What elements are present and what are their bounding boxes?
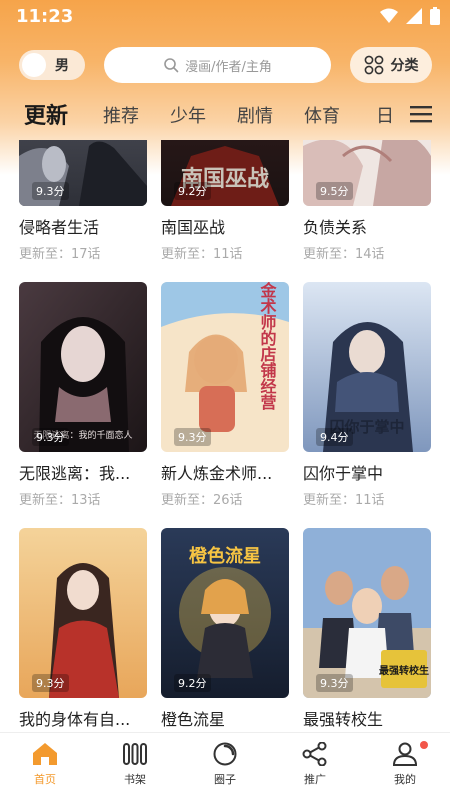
comic-title: 侵略者生活 (19, 218, 100, 237)
comic-card[interactable]: 9.5分 负债关系 更新至：14话 (303, 140, 431, 262)
status-time: 11:23 (16, 6, 74, 27)
comic-card[interactable]: 9.3分 侵略者生活 更新至：17话 (19, 140, 147, 262)
nav-bookshelf[interactable]: 书架 (90, 733, 180, 800)
nav-mine[interactable]: 我的 (360, 733, 450, 800)
status-bar: 11:23 (0, 0, 450, 34)
share-icon (302, 742, 327, 766)
comic-cover: 囚你于掌中 9.4分 (303, 282, 431, 452)
nav-mine-label: 我的 (394, 773, 416, 786)
category-label: 分类 (390, 58, 419, 74)
comic-cover: 9.3分 (19, 140, 147, 206)
comic-grid: 9.3分 侵略者生活 更新至：17话 南国巫战 9.2分 南国巫战 更新至：11… (0, 140, 450, 732)
search-placeholder: 漫画/作者/主角 (185, 59, 272, 75)
comic-title: 最强转校生 (303, 710, 384, 729)
comic-card[interactable]: 橙色流星 9.2分 橙色流星 (161, 528, 289, 730)
comic-score: 9.3分 (32, 674, 69, 692)
cover-title-text: 橙色流星 (189, 545, 261, 567)
top-bar: 男 漫画/作者/主角 分类 (0, 46, 450, 84)
gender-toggle[interactable]: 男 (19, 50, 85, 80)
tab-drama[interactable]: 剧情 (237, 102, 273, 128)
comic-card[interactable]: 最强转校生 9.3分 最强转校生 (303, 528, 431, 730)
tab-sports[interactable]: 体育 (304, 102, 340, 128)
bookshelf-icon (123, 743, 147, 765)
category-tabs: 更新 推荐 少年 剧情 体育 日 (0, 98, 450, 138)
comic-score: 9.3分 (32, 428, 69, 446)
comic-card[interactable]: 9.3分 我的身体有自... (19, 528, 147, 730)
nav-home-label: 首页 (34, 773, 56, 786)
comic-cover: 南国巫战 9.2分 (161, 140, 289, 206)
notification-badge (420, 741, 428, 749)
cover-title-text: 新人炼金术师的店铺经营 (258, 282, 278, 411)
comic-card[interactable]: 新人炼金术师的店铺经营 9.3分 新人炼金术师... 更新至：26话 (161, 282, 289, 508)
comic-score: 9.2分 (174, 674, 211, 692)
category-button[interactable]: 分类 (350, 47, 432, 83)
nav-promote-label: 推广 (304, 773, 326, 786)
comic-update: 更新至：13话 (19, 493, 101, 508)
nav-circle-label: 圈子 (214, 773, 236, 786)
comic-score: 9.3分 (32, 182, 69, 200)
category-grid-icon (364, 55, 383, 75)
comic-score: 9.3分 (316, 674, 353, 692)
status-icons (380, 7, 440, 25)
nav-circle[interactable]: 圈子 (180, 733, 270, 800)
comic-score: 9.3分 (174, 428, 211, 446)
gender-toggle-knob (22, 53, 46, 77)
comic-title: 无限逃离：我... (19, 464, 131, 483)
tab-shounen[interactable]: 少年 (170, 102, 206, 128)
nav-home[interactable]: 首页 (0, 733, 90, 800)
search-input[interactable]: 漫画/作者/主角 (104, 47, 331, 83)
tab-update[interactable]: 更新 (24, 98, 68, 130)
comic-update: 更新至：26话 (161, 493, 243, 508)
comic-update: 更新至：11话 (161, 247, 243, 262)
comic-card[interactable]: 无限逃离：我的千面恋人 9.3分 无限逃离：我... 更新至：13话 (19, 282, 147, 508)
comic-score: 9.4分 (316, 428, 353, 446)
comic-card[interactable]: 南国巫战 9.2分 南国巫战 更新至：11话 (161, 140, 289, 262)
comic-score: 9.5分 (316, 182, 353, 200)
comic-cover: 9.3分 (19, 528, 147, 698)
comic-title: 橙色流星 (161, 710, 226, 729)
comic-title: 负债关系 (303, 218, 368, 237)
comic-cover: 无限逃离：我的千面恋人 9.3分 (19, 282, 147, 452)
comic-cover: 橙色流星 9.2分 (161, 528, 289, 698)
comic-update: 更新至：14话 (303, 247, 385, 262)
cover-title-text: 最强转校生 (379, 664, 429, 677)
tab-recommend[interactable]: 推荐 (103, 102, 139, 128)
battery-icon (430, 7, 440, 25)
gender-label: 男 (55, 58, 69, 74)
circle-icon (213, 742, 237, 766)
signal-icon (406, 8, 422, 24)
bottom-nav: 首页 书架 圈子 推广 我的 (0, 732, 450, 800)
comic-cover: 新人炼金术师的店铺经营 9.3分 (161, 282, 289, 452)
comic-cover: 最强转校生 9.3分 (303, 528, 431, 698)
comic-cover: 9.5分 (303, 140, 431, 206)
comic-update: 更新至：11话 (303, 493, 385, 508)
comic-update: 更新至：17话 (19, 247, 101, 262)
menu-icon[interactable] (410, 104, 432, 124)
profile-icon (392, 742, 418, 766)
wifi-icon (380, 8, 398, 23)
nav-bookshelf-label: 书架 (124, 773, 146, 786)
comic-title: 新人炼金术师... (161, 464, 273, 483)
comic-score: 9.2分 (174, 182, 211, 200)
nav-promote[interactable]: 推广 (270, 733, 360, 800)
comic-card[interactable]: 囚你于掌中 9.4分 囚你于掌中 更新至：11话 (303, 282, 431, 508)
comic-title: 我的身体有自... (19, 710, 131, 729)
comic-title: 南国巫战 (161, 218, 226, 237)
home-icon (33, 743, 57, 765)
search-icon (164, 58, 179, 73)
comic-title: 囚你于掌中 (303, 464, 384, 483)
tab-japan[interactable]: 日 (376, 102, 394, 128)
